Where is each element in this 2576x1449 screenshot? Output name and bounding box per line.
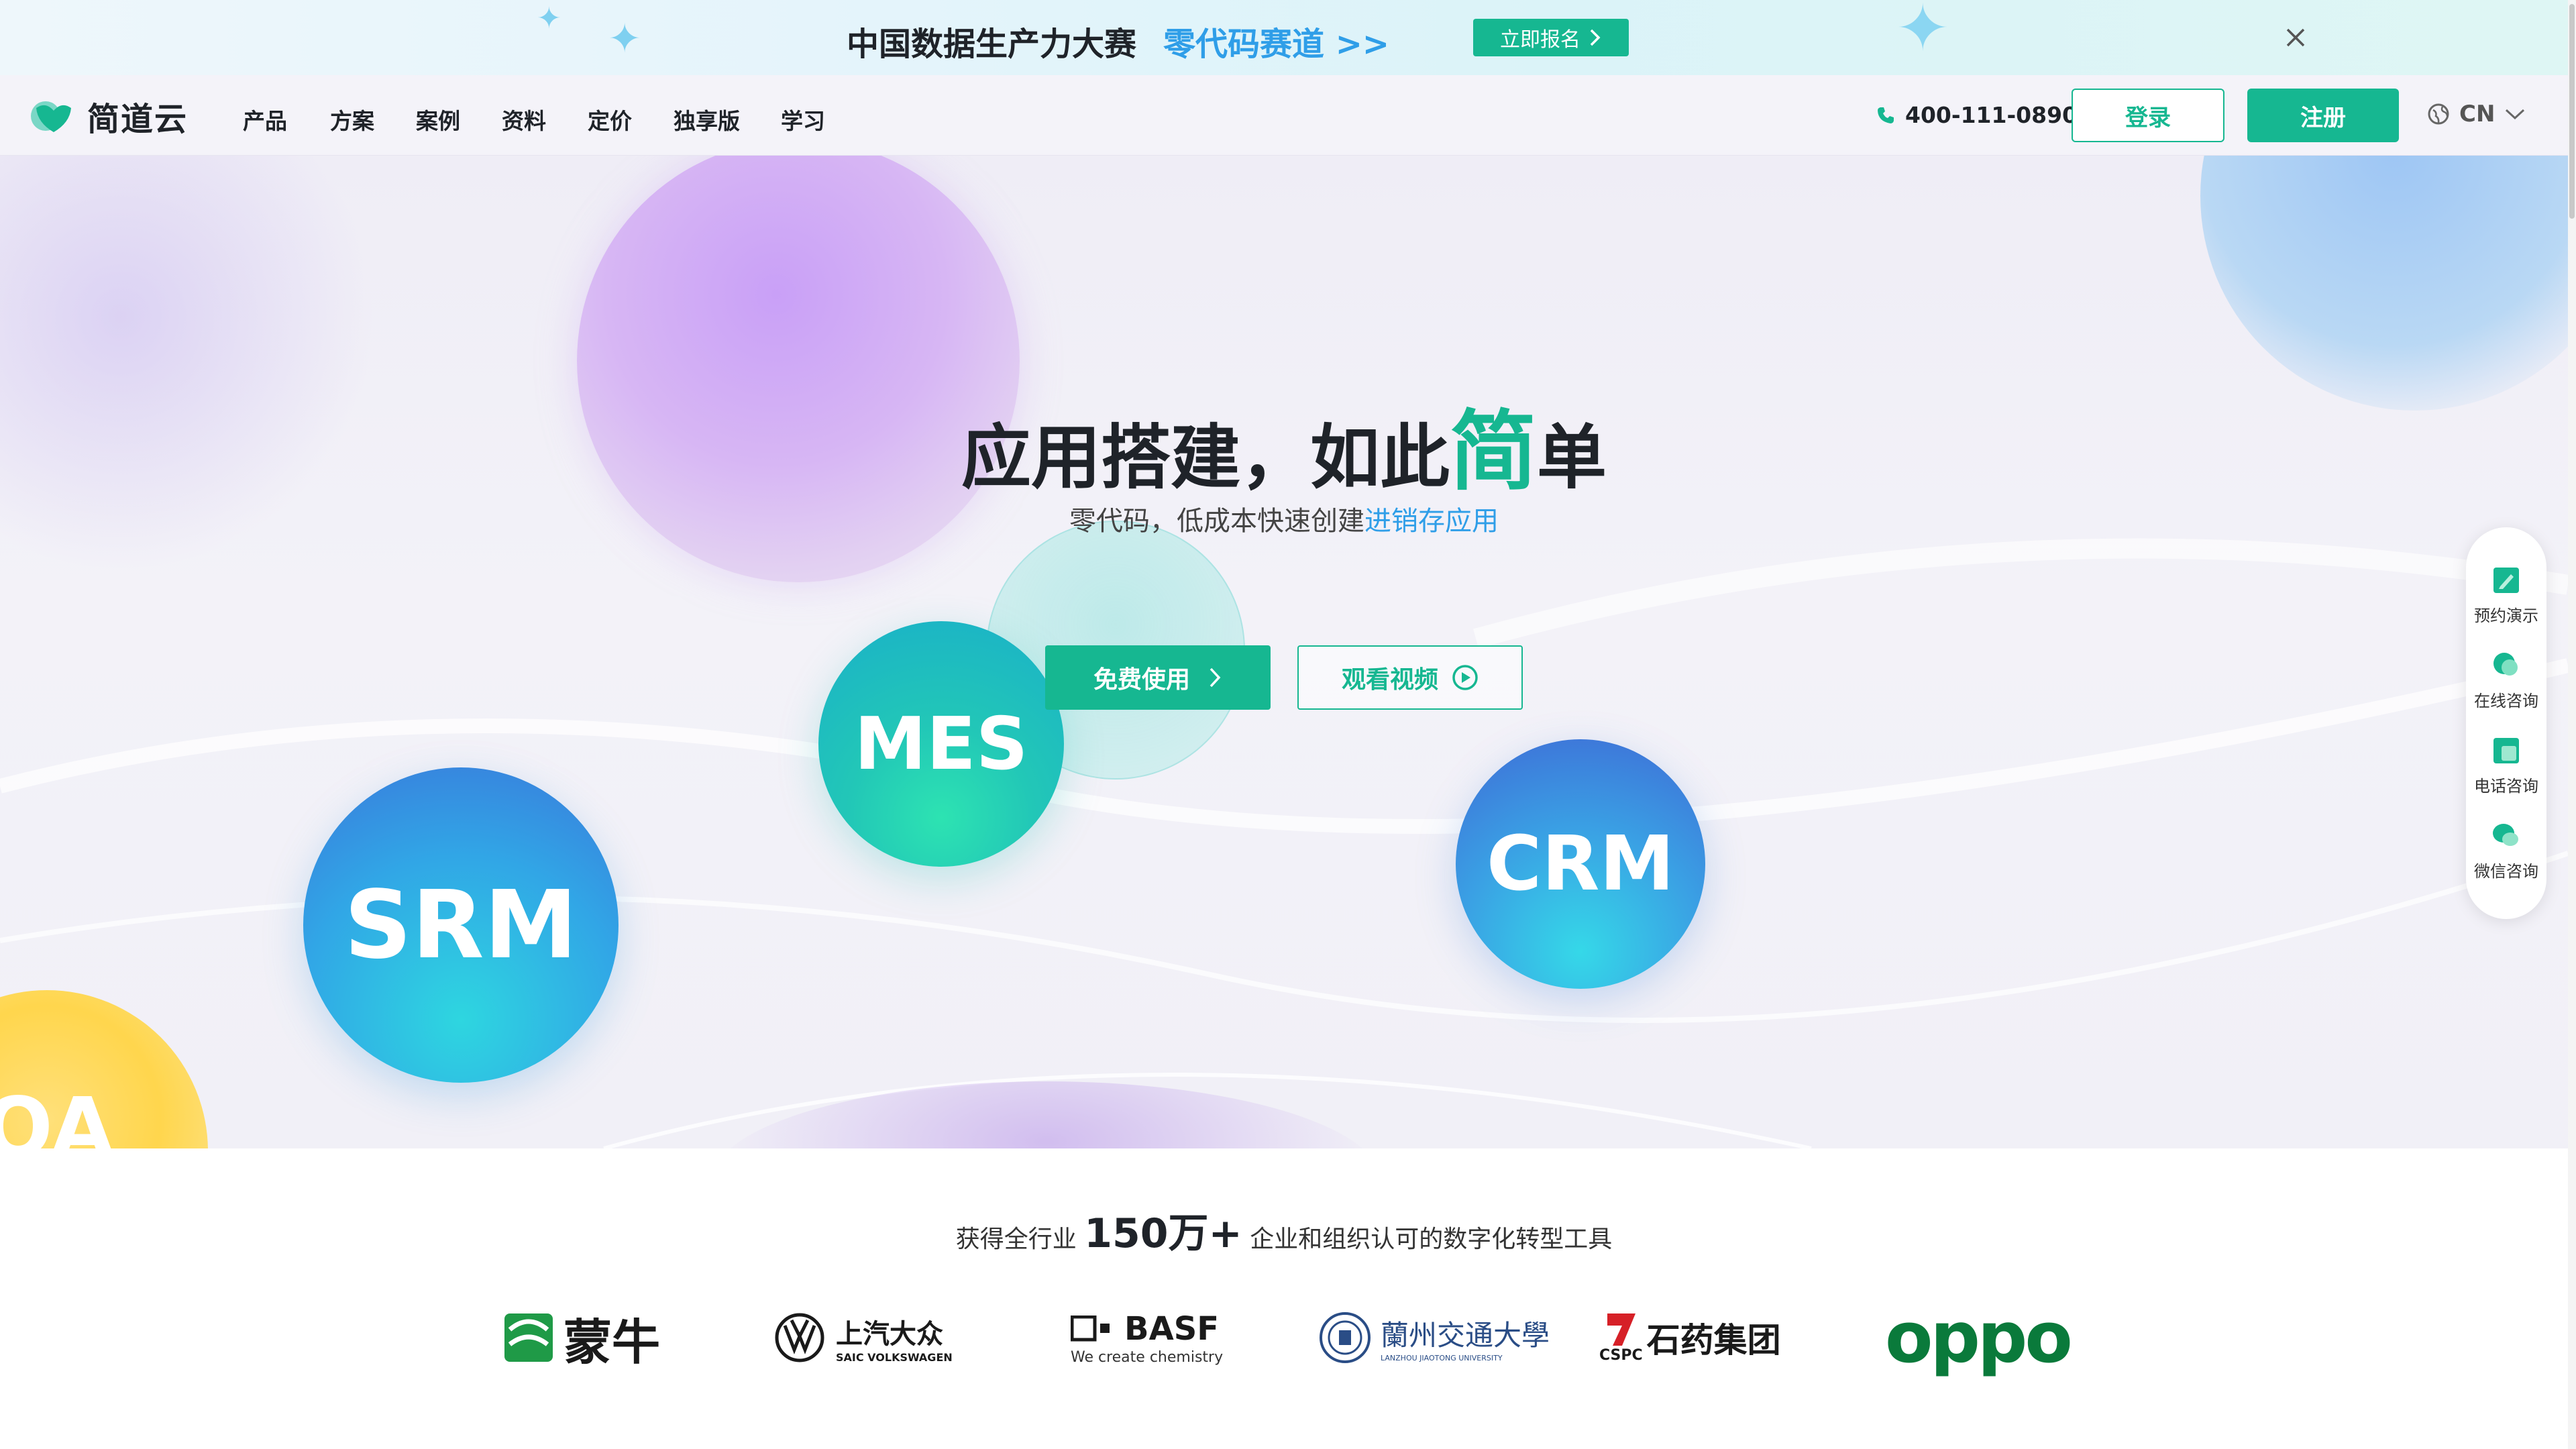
promo-signup-button[interactable]: 立即报名 (1473, 19, 1629, 56)
phone-icon (1878, 107, 1894, 123)
wechat-icon (2493, 824, 2518, 846)
hero-title-suffix: 单 (1537, 417, 1607, 498)
hero-section: MES SRM CRM OA 应用搭建，如此简单 零代码，低成本快速创建进销存应… (0, 156, 2568, 1148)
basf-tagline: We create chemistry (1071, 1348, 1224, 1366)
side-label: 电话咨询 (2474, 777, 2538, 796)
logo-icon (31, 101, 71, 132)
brand-logo[interactable]: 简道云 (30, 93, 188, 140)
cspc-flag-icon (1607, 1313, 1636, 1346)
university-seal-icon (1320, 1312, 1371, 1363)
phone-icon (2493, 738, 2519, 763)
watch-video-button[interactable]: 观看视频 (1297, 645, 1523, 710)
bubble-mes: MES (818, 621, 1064, 867)
side-item-phone-consult[interactable]: 电话咨询 (2474, 735, 2538, 796)
volkswagen-icon (775, 1313, 824, 1362)
language-selector[interactable]: CN (2427, 101, 2526, 127)
bubble-crm: CRM (1456, 739, 1705, 989)
stats-suffix: 企业和组织认可的数字化转型工具 (1250, 1226, 1613, 1253)
basf-text: BASF (1124, 1309, 1220, 1348)
side-contact-widget: 预约演示 在线咨询 电话咨询 微信咨询 (2466, 527, 2546, 919)
lzjtu-text: 蘭州交通大學 LANZHOU JIAOTONG UNIVERSITY (1381, 1313, 1550, 1362)
promo-signup-label: 立即报名 (1500, 28, 1580, 52)
logo-saic-vw: 上汽大众 SAIC VOLKSWAGEN (773, 1304, 953, 1371)
side-item-book-demo[interactable]: 预约演示 (2474, 565, 2538, 626)
mengniu-text: 蒙牛 (564, 1313, 661, 1371)
basf-square-icon (1071, 1315, 1110, 1341)
stats-prefix: 获得全行业 (955, 1226, 1077, 1253)
cspc-cn: 石药集团 (1646, 1321, 1781, 1360)
top-navbar: 简道云 产品 方案 案例 资料 定价 独享版 学习 400-111-0890 登… (0, 75, 2568, 156)
oppo-text: oppo (1885, 1297, 2073, 1379)
hero-title: 应用搭建，如此简单 (0, 381, 2568, 507)
stats-number: 150万+ (1084, 1210, 1242, 1257)
side-item-wechat-consult[interactable]: 微信咨询 (2474, 820, 2538, 881)
phone-contact[interactable]: 400-111-0890 (1876, 102, 2078, 128)
logo-mengniu: 蒙牛 (500, 1304, 660, 1371)
bubble-srm: SRM (303, 767, 619, 1083)
hero-subtitle-prefix: 零代码，低成本快速创建 (1069, 506, 1364, 537)
saic-vw-cn: 上汽大众 (836, 1318, 943, 1350)
side-label: 预约演示 (2474, 606, 2538, 625)
lzjtu-en: LANZHOU JIAOTONG UNIVERSITY (1381, 1354, 1503, 1362)
nav-item-resources[interactable]: 资料 (502, 103, 546, 136)
page-scrollbar-thumb[interactable] (2569, 4, 2575, 219)
logo-oppo: oppo (1885, 1297, 2073, 1379)
register-button[interactable]: 注册 (2247, 89, 2399, 142)
logo-cspc: CSPC 石药集团 (1599, 1304, 1781, 1371)
side-label: 微信咨询 (2474, 862, 2538, 881)
cspc-mark: CSPC (1599, 1312, 1643, 1364)
stats-line: 获得全行业 150万+ 企业和组织认可的数字化转型工具 (0, 1201, 2568, 1259)
nav-item-cases[interactable]: 案例 (416, 103, 460, 136)
promo-banner: ✦ ✦ ✦ 中国数据生产力大赛 零代码赛道 >> 立即报名 (0, 0, 2576, 75)
sparkle-icon: ✦ (1896, 0, 1950, 66)
chevron-right-icon (1590, 29, 1601, 46)
login-button[interactable]: 登录 (2072, 89, 2224, 142)
chat-icon (2493, 653, 2518, 676)
free-trial-label: 免费使用 (1093, 666, 1190, 694)
phone-number: 400-111-0890 (1905, 102, 2078, 128)
promo-title: 中国数据生产力大赛 (847, 25, 1137, 63)
sparkle-icon: ✦ (537, 1, 561, 36)
hero-title-highlight: 简 (1449, 400, 1537, 502)
chevron-right-icon (1210, 667, 1221, 688)
sparkle-icon: ✦ (608, 15, 642, 62)
logo-basf: BASF We create chemistry (1071, 1304, 1223, 1371)
promo-track-link[interactable]: 零代码赛道 >> (1163, 17, 1389, 64)
language-label: CN (2459, 101, 2496, 127)
close-icon[interactable] (2278, 20, 2313, 55)
lzjtu-cn: 蘭州交通大學 (1381, 1319, 1550, 1352)
nav-item-solutions[interactable]: 方案 (330, 103, 374, 136)
nav-item-products[interactable]: 产品 (243, 103, 287, 136)
hero-subtitle: 零代码，低成本快速创建进销存应用 (0, 499, 2568, 538)
cspc-abbr: CSPC (1599, 1346, 1643, 1364)
logo-lzjtu: 蘭州交通大學 LANZHOU JIAOTONG UNIVERSITY (1318, 1304, 1550, 1371)
basf-wordmark: BASF (1071, 1310, 1219, 1348)
free-trial-button[interactable]: 免费使用 (1045, 645, 1271, 710)
globe-icon (2428, 103, 2449, 125)
nav-item-learn[interactable]: 学习 (781, 103, 825, 136)
hero-subtitle-highlight[interactable]: 进销存应用 (1364, 506, 1499, 537)
side-item-online-chat[interactable]: 在线咨询 (2474, 650, 2538, 711)
edit-icon (2493, 568, 2519, 593)
play-circle-icon (1452, 665, 1478, 690)
nav-item-dedicated[interactable]: 独享版 (674, 103, 740, 136)
side-label: 在线咨询 (2474, 692, 2538, 710)
hero-title-prefix: 应用搭建，如此 (961, 417, 1450, 498)
chevron-down-icon (2506, 109, 2525, 120)
saic-vw-text: 上汽大众 SAIC VOLKSWAGEN (836, 1312, 953, 1364)
brand-name: 简道云 (87, 101, 189, 138)
nav-item-pricing[interactable]: 定价 (588, 103, 632, 136)
watch-video-label: 观看视频 (1341, 666, 1438, 694)
mengniu-mark-icon (504, 1313, 553, 1362)
saic-vw-en: SAIC VOLKSWAGEN (836, 1350, 953, 1364)
